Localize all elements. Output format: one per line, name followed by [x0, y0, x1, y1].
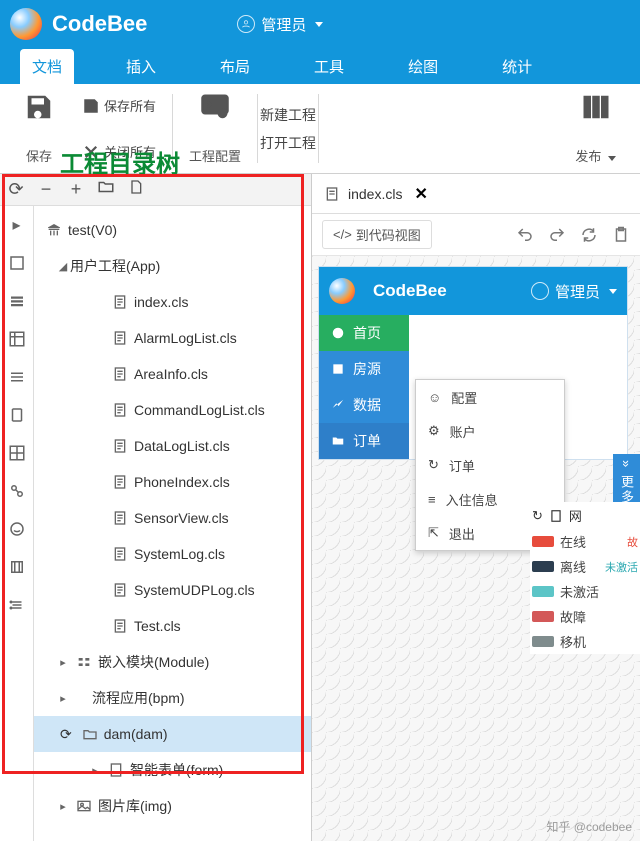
user-menu[interactable]: 管理员: [237, 14, 323, 35]
menu-tools[interactable]: 工具: [302, 49, 356, 84]
preview-app: CodeBee 管理员 首页 房源 数据 订单: [318, 266, 628, 460]
tree-file[interactable]: index.cls: [34, 284, 311, 320]
legend-item: 离线未激活: [530, 554, 640, 579]
app-logo-icon: [10, 8, 42, 40]
chevron-down-icon: [315, 22, 323, 27]
tree-img-folder[interactable]: ▸图片库(img): [34, 788, 311, 824]
tree-form-folder[interactable]: ▸智能表单(form): [34, 752, 311, 788]
tree-app-folder[interactable]: ◢用户工程(App): [34, 248, 311, 284]
legend-item: 移机: [530, 629, 640, 654]
project-tree[interactable]: test(V0) ◢用户工程(App) index.cls AlarmLogLi…: [34, 206, 311, 841]
chevron-down-icon: [609, 289, 617, 294]
preview-nav-home[interactable]: 首页: [319, 315, 409, 351]
tree-file[interactable]: SystemUDPLog.cls: [34, 572, 311, 608]
menu-stats[interactable]: 统计: [490, 49, 544, 84]
tree-file[interactable]: SensorView.cls: [34, 500, 311, 536]
app-name: CodeBee: [52, 11, 147, 37]
side-tab-10[interactable]: [0, 548, 33, 586]
preview-title-bar: CodeBee 管理员: [319, 267, 627, 315]
legend-item: 未激活: [530, 579, 640, 604]
legend-item: 在线故: [530, 529, 640, 554]
refresh-icon[interactable]: ⟳: [6, 179, 26, 200]
tree-file[interactable]: SystemLog.cls: [34, 536, 311, 572]
menu-orders[interactable]: ↻ 订单: [416, 448, 564, 482]
new-project-button[interactable]: 新建工程: [260, 105, 316, 125]
legend-item: 故障: [530, 604, 640, 629]
user-icon: [237, 15, 255, 33]
side-tab-2[interactable]: [0, 244, 33, 282]
save-all-button[interactable]: 保存所有: [82, 96, 156, 115]
close-all-button[interactable]: 关闭所有: [82, 142, 156, 161]
preview-nav-data[interactable]: 数据: [319, 387, 409, 423]
menu-document[interactable]: 文档: [20, 49, 74, 84]
preview-nav-room[interactable]: 房源: [319, 351, 409, 387]
tab-filename[interactable]: index.cls: [348, 186, 402, 202]
undo-icon[interactable]: [516, 226, 534, 244]
preview-user-menu[interactable]: 管理员: [531, 281, 617, 302]
new-folder-icon[interactable]: [96, 178, 116, 201]
editor-panel: index.cls ✕ </>到代码视图 CodeBee 管理员: [312, 174, 640, 841]
status-legend: ↻网 在线故 离线未激活 未激活 故障 移机: [530, 502, 640, 654]
file-icon: [324, 186, 340, 202]
title-bar: CodeBee 管理员: [0, 0, 640, 48]
side-tab-5[interactable]: [0, 358, 33, 396]
close-all-icon: [82, 143, 100, 161]
side-tab-9[interactable]: [0, 510, 33, 548]
clipboard-icon[interactable]: [612, 226, 630, 244]
user-icon: [531, 282, 549, 300]
tree-file[interactable]: AreaInfo.cls: [34, 356, 311, 392]
side-tab-11[interactable]: [0, 586, 33, 624]
watermark: 知乎 @codebee: [546, 818, 632, 835]
menu-account[interactable]: ⚙ 账户: [416, 414, 564, 448]
side-tab-strip: ▸: [0, 206, 34, 841]
save-button[interactable]: 保存: [10, 90, 68, 167]
preview-sidebar: 首页 房源 数据 订单 ☺ 配置 ⚙ 账户 ↻ 订单 ≡ 入住信息 ⇱ 退出: [319, 315, 409, 459]
preview-app-name: CodeBee: [373, 281, 447, 301]
side-tab-6[interactable]: [0, 396, 33, 434]
new-file-icon[interactable]: [126, 178, 146, 201]
refresh-icon[interactable]: [580, 226, 598, 244]
tree-module-folder[interactable]: ▸嵌入模块(Module): [34, 644, 311, 680]
tree-toolbar: ⟳ − +: [0, 174, 311, 206]
menu-config[interactable]: ☺ 配置: [416, 380, 564, 414]
redo-icon[interactable]: [548, 226, 566, 244]
ribbon-toolbar: 保存 保存所有 关闭所有 工程配置 新建工程 打开工程 发布 工程目录树: [0, 84, 640, 174]
tree-file[interactable]: AlarmLogList.cls: [34, 320, 311, 356]
chevron-down-icon: [608, 156, 616, 161]
main-menu: 文档 插入 布局 工具 绘图 统计: [0, 48, 640, 84]
preview-nav-order[interactable]: 订单: [319, 423, 409, 459]
tab-close-icon[interactable]: ✕: [414, 184, 427, 204]
tree-file[interactable]: PhoneIndex.cls: [34, 464, 311, 500]
side-tab-8[interactable]: [0, 472, 33, 510]
tree-dam-folder[interactable]: ⟳dam(dam): [34, 716, 311, 752]
side-tab-3[interactable]: [0, 282, 33, 320]
menu-insert[interactable]: 插入: [114, 49, 168, 84]
tree-bpm-folder[interactable]: ▸流程应用(bpm): [34, 680, 311, 716]
tree-file[interactable]: DataLogList.cls: [34, 428, 311, 464]
add-icon[interactable]: +: [66, 179, 86, 200]
project-config-button[interactable]: 工程配置: [175, 90, 255, 167]
menu-draw[interactable]: 绘图: [396, 49, 450, 84]
menu-layout[interactable]: 布局: [208, 49, 262, 84]
to-code-view-button[interactable]: </>到代码视图: [322, 220, 432, 249]
design-canvas[interactable]: CodeBee 管理员 首页 房源 数据 订单: [312, 256, 640, 841]
publish-button[interactable]: 发布: [561, 90, 630, 167]
collapse-icon[interactable]: −: [36, 179, 56, 200]
terminal-gear-icon: [200, 92, 230, 122]
save-all-icon: [82, 97, 100, 115]
tree-file[interactable]: CommandLogList.cls: [34, 392, 311, 428]
project-tree-panel: ⟳ − + ▸ test(V0) ◢用户工程(App): [0, 174, 312, 841]
editor-sub-toolbar: </>到代码视图: [312, 214, 640, 256]
open-project-button[interactable]: 打开工程: [260, 133, 316, 153]
publish-icon: [581, 92, 611, 122]
tree-root[interactable]: test(V0): [34, 212, 311, 248]
editor-tab-bar: index.cls ✕: [312, 174, 640, 214]
user-label: 管理员: [261, 14, 306, 35]
side-tab-4[interactable]: [0, 320, 33, 358]
side-tab-7[interactable]: [0, 434, 33, 472]
side-tab-1[interactable]: ▸: [0, 206, 33, 244]
save-icon: [24, 92, 54, 122]
tree-file[interactable]: Test.cls: [34, 608, 311, 644]
preview-logo-icon: [329, 278, 355, 304]
